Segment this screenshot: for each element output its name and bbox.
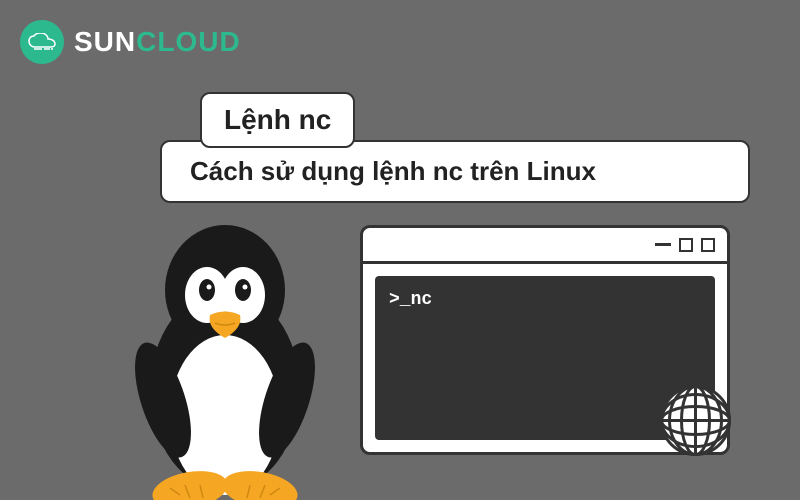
subtitle-box: Cách sử dụng lệnh nc trên Linux bbox=[160, 140, 750, 203]
brand-sun: SUN bbox=[74, 26, 136, 57]
brand-cloud: CLOUD bbox=[136, 26, 241, 57]
subtitle-text: Cách sử dụng lệnh nc trên Linux bbox=[190, 156, 596, 186]
globe-icon bbox=[658, 383, 733, 458]
title-box: Lệnh nc bbox=[200, 92, 355, 148]
terminal-window: >_nc bbox=[360, 225, 730, 455]
cloud-logo-icon bbox=[20, 20, 64, 64]
minimize-icon bbox=[655, 243, 671, 246]
maximize-icon bbox=[679, 238, 693, 252]
terminal-prompt: >_nc bbox=[389, 290, 432, 310]
tux-penguin-icon bbox=[125, 220, 325, 500]
brand-logo: SUNCLOUD bbox=[20, 20, 241, 64]
title-text: Lệnh nc bbox=[224, 104, 331, 135]
brand-text: SUNCLOUD bbox=[74, 26, 241, 58]
close-icon bbox=[701, 238, 715, 252]
terminal-titlebar bbox=[363, 228, 727, 264]
